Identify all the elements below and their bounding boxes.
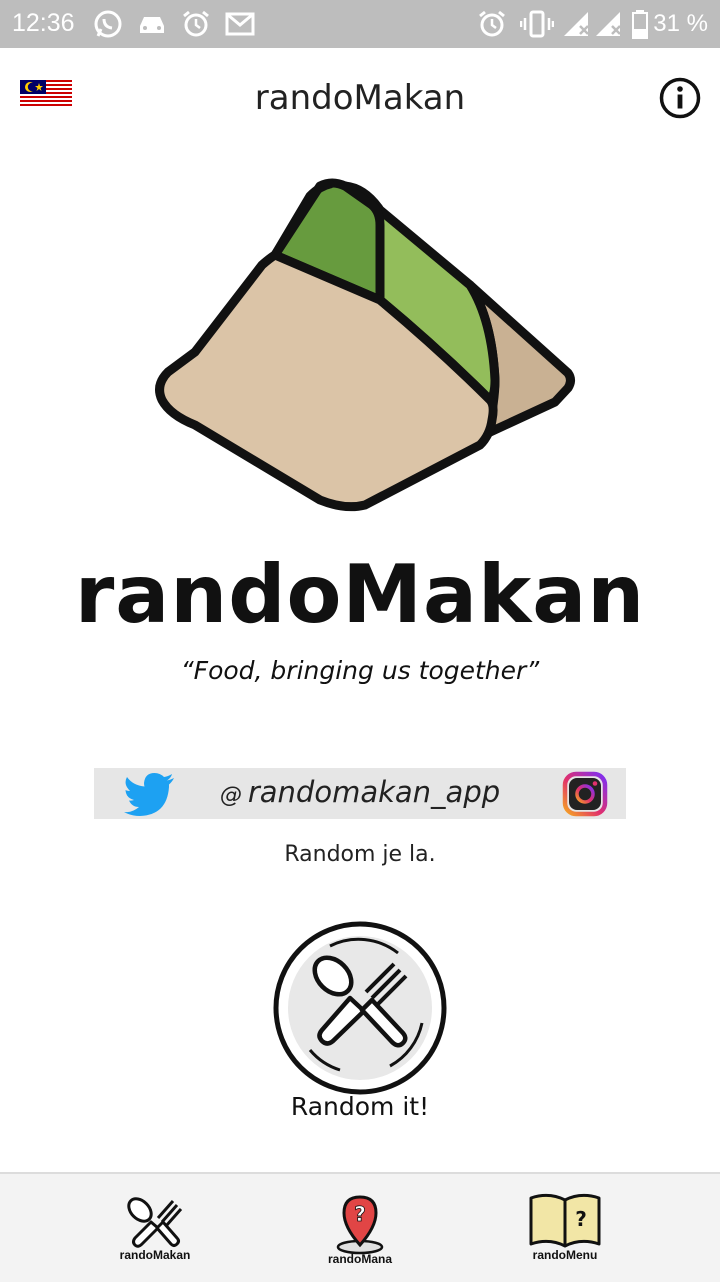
- random-it-button[interactable]: [270, 918, 450, 1098]
- social-handle-bar[interactable]: @ randomakan_app: [94, 768, 626, 819]
- alarm-icon: [479, 10, 505, 37]
- bottom-navigation: randoMakan ? randoMana ? randoMenu: [0, 1172, 720, 1282]
- social-handle: @ randomakan_app: [94, 775, 626, 809]
- nav-label-randomakan: randoMakan: [119, 1248, 191, 1262]
- svg-text:?: ?: [575, 1207, 587, 1231]
- random-it-label[interactable]: Random it!: [0, 1092, 720, 1121]
- nav-label-randomana: randoMana: [327, 1252, 392, 1266]
- nav-item-randomakan[interactable]: randoMakan: [55, 1174, 255, 1282]
- status-bar: 12:36 31 %: [0, 0, 720, 48]
- nasi-lemak-logo: [155, 178, 575, 512]
- whatsapp-icon: [94, 10, 122, 38]
- tagline: “Food, bringing us together”: [180, 656, 540, 685]
- signal-icon: [564, 12, 589, 36]
- instagram-icon[interactable]: [562, 771, 608, 817]
- car-icon: [140, 17, 164, 33]
- subtext: Random je la.: [284, 842, 436, 867]
- alarm-icon: [183, 10, 209, 37]
- app-title: randoMakan: [254, 78, 466, 118]
- nav-label-randomenu: randoMenu: [532, 1248, 598, 1262]
- vibrate-icon: [520, 10, 554, 38]
- nav-item-randomana[interactable]: ? randoMana: [260, 1174, 460, 1282]
- handle-at-sign: @: [219, 783, 242, 808]
- map-pin-question-icon: ?: [336, 1195, 384, 1255]
- book-question-icon: ?: [529, 1193, 601, 1248]
- battery-percentage: 31 %: [653, 10, 708, 37]
- info-icon[interactable]: [658, 76, 702, 120]
- app-bar: randoMakan: [0, 48, 720, 148]
- svg-text:?: ?: [354, 1202, 366, 1226]
- spoon-fork-icon: [127, 1197, 183, 1248]
- battery-icon: [632, 10, 648, 39]
- brand-wordmark: randoMakan: [74, 548, 646, 641]
- gmail-icon: [225, 12, 255, 36]
- signal-icon: [596, 12, 621, 36]
- status-time: 12:36: [12, 9, 75, 37]
- nav-item-randomenu[interactable]: ? randoMenu: [465, 1174, 665, 1282]
- handle-text: randomakan_app: [247, 775, 501, 809]
